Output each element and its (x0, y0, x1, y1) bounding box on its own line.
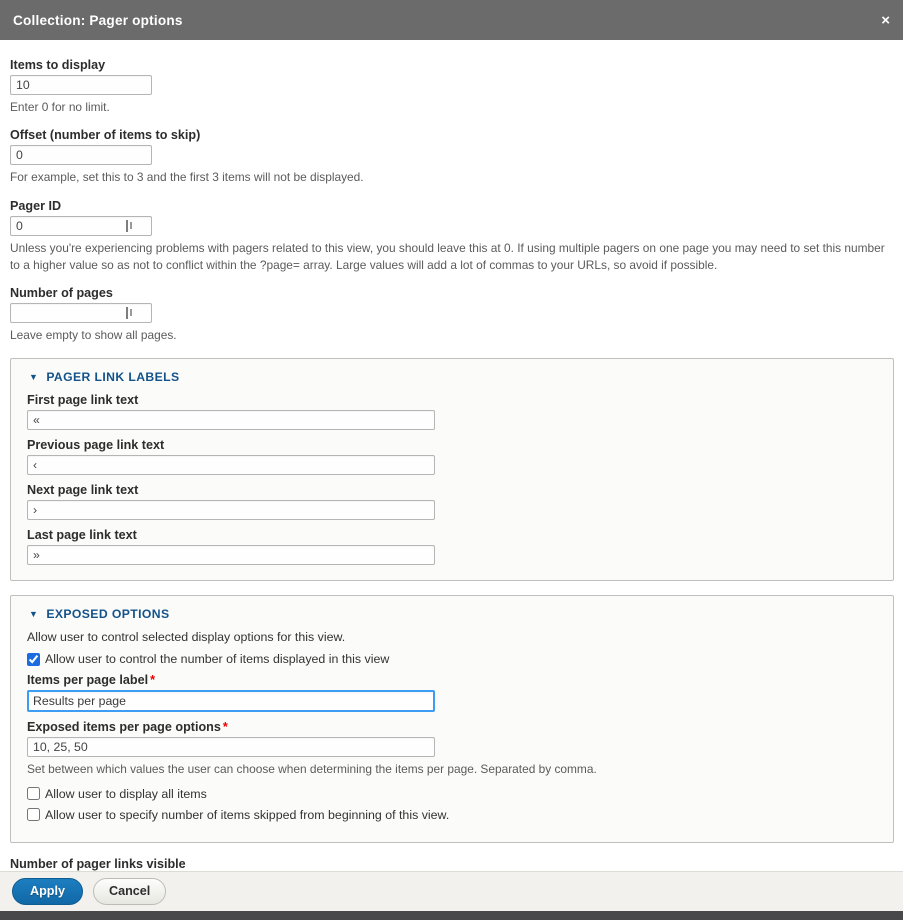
items-to-display-input-wrap (10, 75, 152, 95)
offset-label: Offset (number of items to skip) (10, 128, 894, 142)
items-per-page-label-input[interactable] (27, 690, 435, 712)
field-first-page-link-text: First page link text (27, 393, 877, 430)
background-page-strip (0, 911, 903, 920)
fieldset-pager-link-labels: ▼ PAGER LINK LABELS First page link text… (10, 358, 894, 581)
cancel-button[interactable]: Cancel (93, 878, 166, 905)
field-pager-id: Pager ID Unless you're experiencing prob… (10, 199, 894, 275)
last-page-link-input[interactable] (27, 545, 435, 565)
items-to-display-help: Enter 0 for no limit. (10, 99, 890, 116)
display-all-checkbox-row: Allow user to display all items (27, 787, 877, 801)
items-per-page-label-text: Items per page label (27, 673, 148, 687)
exposed-items-options-label: Exposed items per page options* (27, 720, 877, 734)
items-to-display-label: Items to display (10, 58, 894, 72)
dialog-titlebar[interactable]: Collection: Pager options × (0, 0, 903, 40)
field-last-page-link-text: Last page link text (27, 528, 877, 565)
dialog-button-pane: Apply Cancel (0, 871, 903, 911)
display-all-checkbox-label: Allow user to display all items (45, 787, 207, 801)
skip-items-checkbox-row: Allow user to specify number of items sk… (27, 808, 877, 822)
previous-page-link-label: Previous page link text (27, 438, 877, 452)
first-page-link-input[interactable] (27, 410, 435, 430)
required-marker: * (221, 720, 228, 734)
close-icon: × (881, 12, 890, 29)
field-exposed-items-per-page-options: Exposed items per page options* Set betw… (27, 720, 877, 778)
field-offset: Offset (number of items to skip) For exa… (10, 128, 894, 186)
number-of-pages-label: Number of pages (10, 286, 894, 300)
exposed-options-legend-text: EXPOSED OPTIONS (46, 607, 169, 621)
control-items-checkbox-label: Allow user to control the number of item… (45, 652, 389, 666)
apply-button[interactable]: Apply (12, 878, 83, 905)
dialog-title: Collection: Pager options (13, 13, 183, 28)
exposed-options-description: Allow user to control selected display o… (27, 630, 877, 644)
items-to-display-input[interactable] (10, 75, 152, 95)
first-page-link-label: First page link text (27, 393, 877, 407)
pager-link-labels-legend-text: PAGER LINK LABELS (46, 370, 179, 384)
field-pager-links-visible: Number of pager links visible Specify th… (10, 857, 894, 872)
exposed-options-legend[interactable]: ▼ EXPOSED OPTIONS (29, 607, 877, 621)
control-items-checkbox-row: Allow user to control the number of item… (27, 652, 877, 666)
field-items-to-display: Items to display Enter 0 for no limit. (10, 58, 894, 116)
pager-id-label: Pager ID (10, 199, 894, 213)
last-page-link-label: Last page link text (27, 528, 877, 542)
display-all-checkbox[interactable] (27, 787, 40, 800)
collapse-arrow-icon: ▼ (29, 609, 38, 619)
required-marker: * (148, 673, 155, 687)
pager-link-labels-legend[interactable]: ▼ PAGER LINK LABELS (29, 370, 877, 384)
pager-id-help: Unless you're experiencing problems with… (10, 240, 890, 275)
offset-input[interactable] (10, 145, 152, 165)
number-spinner-icon[interactable] (126, 307, 132, 319)
pager-id-input-wrap (10, 216, 152, 236)
close-button[interactable]: × (881, 13, 890, 28)
skip-items-checkbox-label: Allow user to specify number of items sk… (45, 808, 449, 822)
next-page-link-input[interactable] (27, 500, 435, 520)
number-of-pages-input-wrap (10, 303, 152, 323)
collapse-arrow-icon: ▼ (29, 372, 38, 382)
field-number-of-pages: Number of pages Leave empty to show all … (10, 286, 894, 344)
items-per-page-label: Items per page label* (27, 673, 877, 687)
exposed-items-options-help: Set between which values the user can ch… (27, 761, 877, 778)
next-page-link-label: Next page link text (27, 483, 877, 497)
exposed-items-options-input[interactable] (27, 737, 435, 757)
offset-input-wrap (10, 145, 152, 165)
previous-page-link-input[interactable] (27, 455, 435, 475)
offset-help: For example, set this to 3 and the first… (10, 169, 890, 186)
skip-items-checkbox[interactable] (27, 808, 40, 821)
dialog-content: Items to display Enter 0 for no limit. O… (0, 40, 903, 871)
field-previous-page-link-text: Previous page link text (27, 438, 877, 475)
pager-links-visible-label: Number of pager links visible (10, 857, 894, 871)
fieldset-exposed-options: ▼ EXPOSED OPTIONS Allow user to control … (10, 595, 894, 842)
field-items-per-page-label: Items per page label* (27, 673, 877, 712)
control-items-checkbox[interactable] (27, 653, 40, 666)
number-spinner-icon[interactable] (126, 220, 132, 232)
field-next-page-link-text: Next page link text (27, 483, 877, 520)
number-of-pages-help: Leave empty to show all pages. (10, 327, 890, 344)
exposed-items-options-label-text: Exposed items per page options (27, 720, 221, 734)
